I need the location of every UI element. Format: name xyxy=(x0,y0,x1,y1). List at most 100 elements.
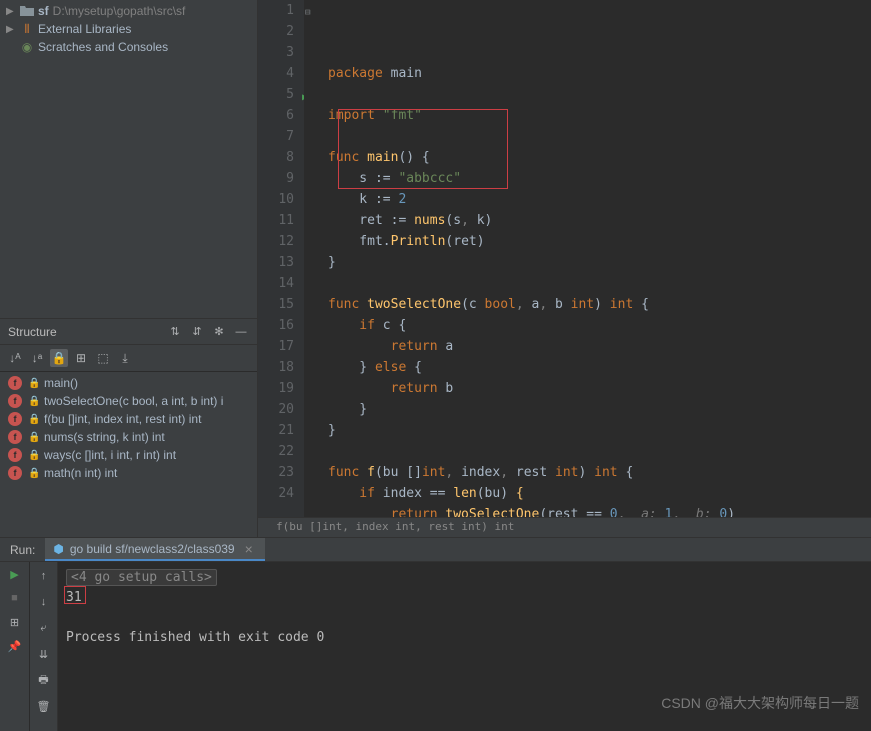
code-line[interactable]: func main() { xyxy=(324,147,871,168)
lock-icon: 🔒 xyxy=(28,378,38,389)
structure-item[interactable]: f 🔒 math(n int) int xyxy=(0,464,257,482)
code-line[interactable]: } xyxy=(324,420,871,441)
console-output[interactable]: <4 go setup calls> 31 Process finished w… xyxy=(58,562,871,731)
scratches-label: Scratches and Consoles xyxy=(38,40,168,54)
play-icon[interactable]: ▶ xyxy=(7,566,23,582)
project-path: D:\mysetup\gopath\src\sf xyxy=(53,4,186,18)
lock-icon: 🔒 xyxy=(28,432,38,443)
structure-list: f 🔒 main() f 🔒 twoSelectOne(c bool, a int, b … xyxy=(0,372,257,537)
structure-item-label: twoSelectOne(c bool, a int, b int) i xyxy=(44,394,223,408)
code-line[interactable]: func twoSelectOne(c bool, a, b int) int … xyxy=(324,294,871,315)
structure-item-label: nums(s string, k int) int xyxy=(44,430,165,444)
code-line[interactable]: s := "abbccc" xyxy=(324,168,871,189)
run-panel: Run: ⬢ go build sf/newclass2/class039 × … xyxy=(0,537,871,731)
wrap-icon[interactable]: ⤶ xyxy=(36,620,52,636)
project-sidebar: ▶ sf D:\mysetup\gopath\src\sf ▶ ⫴ Extern… xyxy=(0,0,258,537)
function-icon: f xyxy=(8,394,22,408)
code-line[interactable]: ret := nums(s, k) xyxy=(324,210,871,231)
close-icon[interactable]: × xyxy=(241,541,257,557)
structure-item[interactable]: f 🔒 main() xyxy=(0,374,257,392)
down-icon[interactable]: ↓ xyxy=(36,594,52,610)
structure-item[interactable]: f 🔒 twoSelectOne(c bool, a int, b int) i xyxy=(0,392,257,410)
code-line[interactable]: if index == len(bu) { xyxy=(324,483,871,504)
external-libraries[interactable]: ▶ ⫴ External Libraries xyxy=(0,20,257,38)
structure-item[interactable]: f🔒f(bu []int, index int, rest int) int xyxy=(0,410,257,428)
code-line[interactable] xyxy=(324,84,871,105)
code-line[interactable]: } xyxy=(324,399,871,420)
structure-item-label: math(n int) int xyxy=(44,466,117,480)
console-fold[interactable]: <4 go setup calls> xyxy=(66,569,217,586)
code-line[interactable]: if c { xyxy=(324,315,871,336)
sort-visibility-icon[interactable]: ↓ᵃ xyxy=(28,349,46,367)
code-line[interactable] xyxy=(324,441,871,462)
code-area[interactable]: package main import "fmt" func main() { s … xyxy=(318,0,871,517)
go-icon: ⬢ xyxy=(53,542,63,556)
pin-icon[interactable]: 📌 xyxy=(7,638,23,654)
code-line[interactable]: func f(bu []int, index, rest int) int { xyxy=(324,462,871,483)
up-icon[interactable]: ↑ xyxy=(36,568,52,584)
function-icon: f xyxy=(8,430,22,444)
code-line[interactable]: } else { xyxy=(324,357,871,378)
line-gutter: 12345▶6789101112131415161718192021222324 xyxy=(258,0,304,517)
breadcrumb[interactable]: f(bu []int, index int, rest int) int xyxy=(258,517,871,537)
editor-panel: 12345▶6789101112131415161718192021222324… xyxy=(258,0,871,537)
console-exit: Process finished with exit code 0 xyxy=(66,630,324,645)
project-root[interactable]: ▶ sf D:\mysetup\gopath\src\sf xyxy=(0,2,257,20)
chevron-right-icon: ▶ xyxy=(6,24,16,35)
lock-icon: 🔒 xyxy=(28,468,38,479)
lock-icon: 🔒 xyxy=(28,396,38,407)
lock-icon: 🔒 xyxy=(28,450,38,461)
code-line[interactable]: import "fmt" xyxy=(324,105,871,126)
code-line[interactable]: return b xyxy=(324,378,871,399)
function-icon: f xyxy=(8,466,22,480)
code-line[interactable]: k := 2 xyxy=(324,189,871,210)
layout-icon[interactable]: ⊞ xyxy=(7,614,23,630)
folder-icon xyxy=(20,5,34,17)
collapse-icon[interactable]: ⬚ xyxy=(94,349,112,367)
structure-toolbar: ↓ᴬ ↓ᵃ 🔒 ⊞ ⬚ ⤓ xyxy=(0,345,257,372)
sort-alpha-icon[interactable]: ↓ᴬ xyxy=(6,349,24,367)
code-line[interactable]: fmt.Println(ret) xyxy=(324,231,871,252)
scratch-icon: ◉ xyxy=(20,41,34,53)
filter-icon[interactable]: ⇵ xyxy=(189,324,205,340)
minimize-icon[interactable]: — xyxy=(233,324,249,340)
run-tab-bar: Run: ⬢ go build sf/newclass2/class039 × xyxy=(0,538,871,562)
function-icon: f xyxy=(8,376,22,390)
console-result: 31 xyxy=(66,590,82,605)
project-tree: ▶ sf D:\mysetup\gopath\src\sf ▶ ⫴ Extern… xyxy=(0,0,257,58)
fold-column: ⊟⊟⊟⊟⊟⊟ xyxy=(304,0,318,517)
project-name: sf xyxy=(38,4,49,18)
code-line[interactable]: return a xyxy=(324,336,871,357)
sort-icon[interactable]: ⇅ xyxy=(167,324,183,340)
ext-libs-label: External Libraries xyxy=(38,22,131,36)
run-toolbar-secondary: ↑ ↓ ⤶ ⇊ 🖶 🗑 xyxy=(30,562,58,731)
gear-icon[interactable]: ✻ xyxy=(211,324,227,340)
structure-item[interactable]: f 🔒 ways(c []int, i int, r int) int xyxy=(0,446,257,464)
code-line[interactable]: package main xyxy=(324,63,871,84)
scratches-consoles[interactable]: ◉ Scratches and Consoles xyxy=(0,38,257,56)
lock-toggle-icon[interactable]: 🔒 xyxy=(50,349,68,367)
structure-title: Structure xyxy=(8,325,161,339)
code-line[interactable]: } xyxy=(324,252,871,273)
structure-panel: Structure ⇅ ⇵ ✻ — ↓ᴬ ↓ᵃ 🔒 ⊞ ⬚ ⤓ f 🔒 main()… xyxy=(0,318,257,537)
code-line[interactable] xyxy=(324,273,871,294)
editor-body[interactable]: 12345▶6789101112131415161718192021222324… xyxy=(258,0,871,517)
code-line[interactable] xyxy=(324,126,871,147)
structure-item-label: ways(c []int, i int, r int) int xyxy=(44,448,176,462)
stop-icon[interactable]: ■ xyxy=(7,590,23,606)
function-icon: f xyxy=(8,412,22,426)
run-label: Run: xyxy=(0,538,45,561)
code-line[interactable]: return twoSelectOne(rest == 0, a: 1, b: … xyxy=(324,504,871,517)
run-toolbar-primary: ▶ ■ ⊞ 📌 xyxy=(0,562,30,731)
structure-item-label: main() xyxy=(44,376,78,390)
scroll-icon[interactable]: ⇊ xyxy=(36,646,52,662)
structure-item[interactable]: f 🔒 nums(s string, k int) int xyxy=(0,428,257,446)
trash-icon[interactable]: 🗑 xyxy=(36,698,52,714)
expand-icon[interactable]: ⊞ xyxy=(72,349,90,367)
function-icon: f xyxy=(8,448,22,462)
run-tab-label: go build sf/newclass2/class039 xyxy=(70,542,235,556)
autoscroll-icon[interactable]: ⤓ xyxy=(116,349,134,367)
run-tab[interactable]: ⬢ go build sf/newclass2/class039 × xyxy=(45,538,264,561)
print-icon[interactable]: 🖶 xyxy=(36,672,52,688)
structure-item-label: f(bu []int, index int, rest int) int xyxy=(44,412,201,426)
